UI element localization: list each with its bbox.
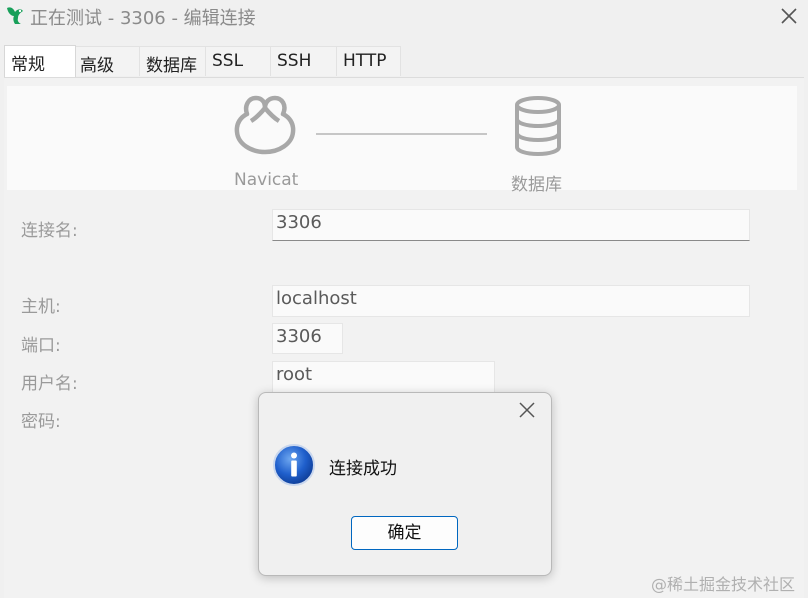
info-icon [273,444,315,486]
close-icon[interactable] [776,3,802,29]
port-label: 端口: [21,336,61,356]
navicat-logo-icon [234,95,296,155]
navicat-caption: Navicat [234,170,299,190]
watermark: @稀土掘金技术社区 [651,575,796,594]
connection-success-dialog: 连接成功 确定 [258,392,552,576]
tab-general[interactable]: 常规 [4,45,76,77]
tab-advanced[interactable]: 高级 [73,46,141,76]
password-label: 密码: [21,412,61,432]
connection-banner [7,86,797,190]
tab-ssl[interactable]: SSL [205,46,272,76]
dialog-close-icon[interactable] [516,399,538,421]
window-title: 正在测试 - 3306 - 编辑连接 [30,8,256,29]
username-input[interactable]: root [272,361,495,393]
tab-bar: 常规 高级 数据库 SSL SSH HTTP [4,45,800,77]
connection-name-input[interactable]: 3306 [272,209,750,241]
port-input[interactable]: 3306 [272,323,343,354]
database-caption: 数据库 [511,175,562,195]
database-icon [515,96,561,157]
connection-name-label: 连接名: [21,221,78,241]
host-input[interactable]: localhost [272,285,750,317]
ok-button[interactable]: 确定 [351,516,458,550]
connection-line [316,133,487,135]
title-bar: 正在测试 - 3306 - 编辑连接 [0,0,808,34]
tab-databases[interactable]: 数据库 [139,46,207,76]
tab-http[interactable]: HTTP [336,46,401,76]
dialog-message: 连接成功 [329,459,397,479]
username-label: 用户名: [21,374,78,394]
host-label: 主机: [21,297,61,317]
tab-ssh[interactable]: SSH [270,46,338,76]
navicat-app-icon [7,7,23,24]
